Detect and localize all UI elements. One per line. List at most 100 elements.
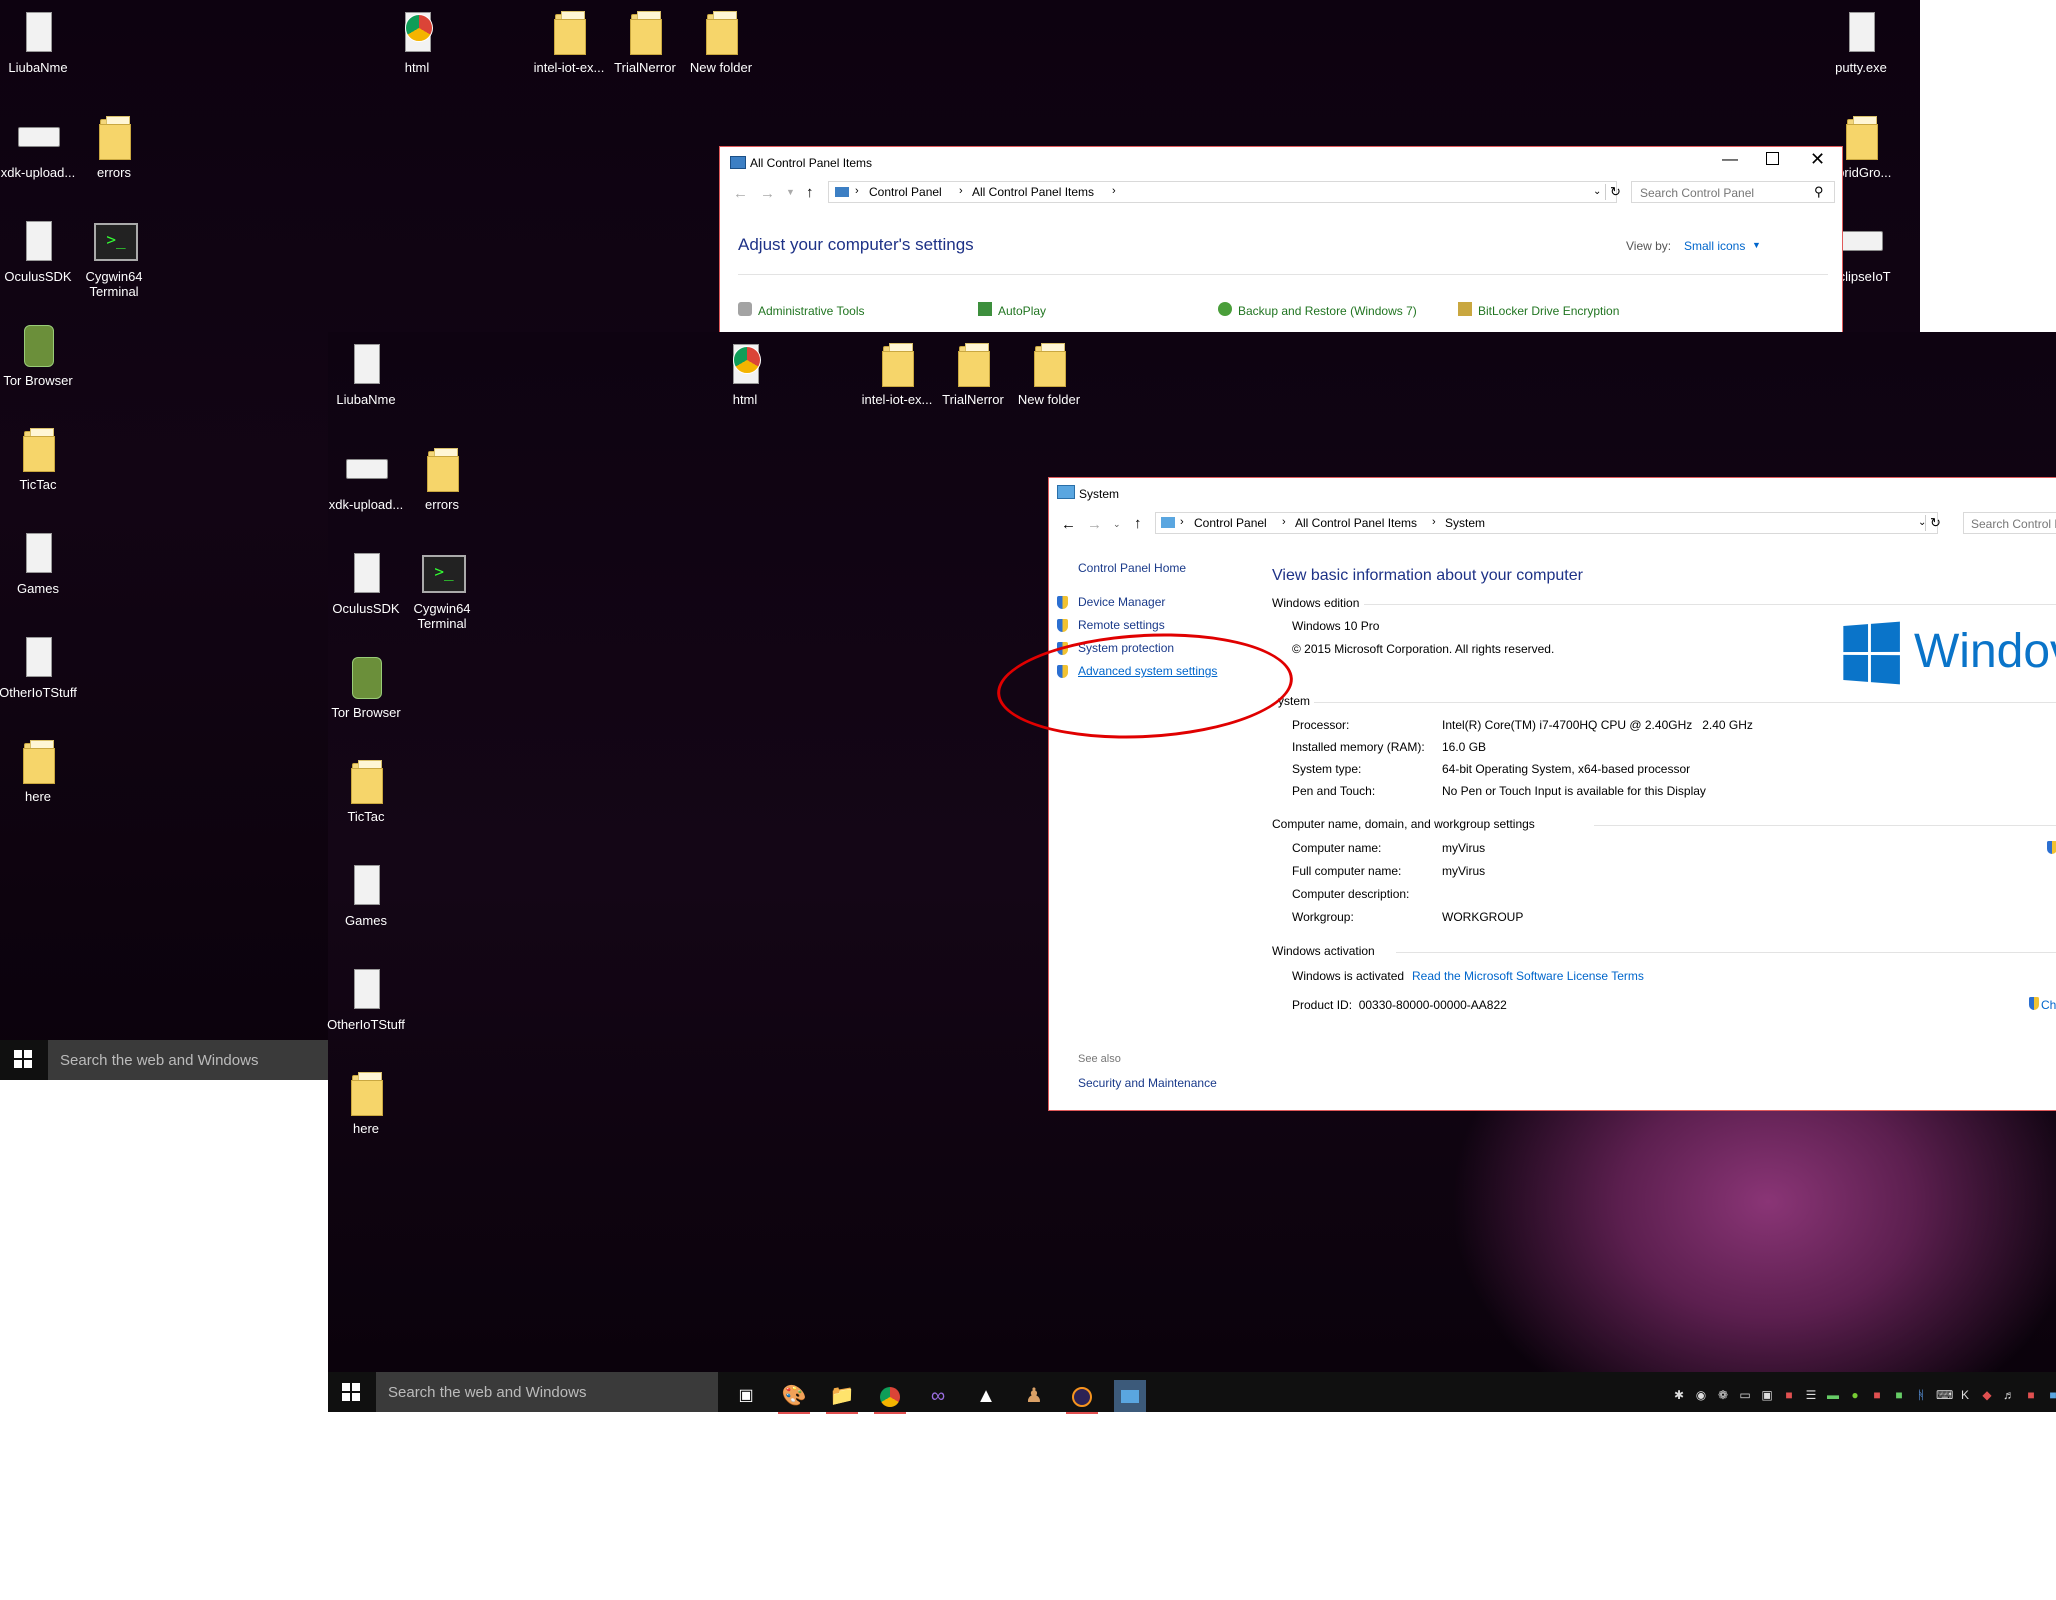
desktop-icon-image [1837, 217, 1885, 265]
minimize-button[interactable]: — [1722, 151, 1738, 169]
chrome-icon[interactable] [874, 1380, 906, 1414]
inkscape-icon[interactable]: ▲ [970, 1380, 1002, 1412]
nav-link-device-manager[interactable]: Device Manager [1078, 595, 1165, 609]
administrative-tools-icon [738, 302, 752, 316]
window-titlebar[interactable]: All Control Panel Items — ✕ [720, 147, 1842, 177]
desktop-icon-image: >_ [90, 217, 138, 265]
cp-item-bitlocker[interactable]: BitLocker Drive Encryption [1478, 304, 1619, 318]
recent-dropdown-icon[interactable]: ⌄ [1113, 519, 1121, 530]
cp-item-autoplay[interactable]: AutoPlay [998, 304, 1046, 318]
desktop-icon-games[interactable]: Games [0, 529, 84, 596]
recent-dropdown-icon[interactable]: ▼ [786, 187, 795, 197]
desktop-icon-liubanme[interactable]: LiubaNme [320, 340, 412, 407]
tray-app-icon[interactable]: ▣ [1760, 1388, 1774, 1402]
battery-icon[interactable]: ▭ [1738, 1388, 1752, 1402]
tray-app-icon[interactable]: ■ [1782, 1388, 1796, 1402]
desktop-icon-cygwin64-terminal[interactable]: >_ Cygwin64 Terminal [396, 549, 488, 631]
desktop-icon-html[interactable]: html [699, 340, 791, 407]
visual-studio-icon[interactable]: ∞ [922, 1380, 954, 1412]
desktop-icon-tictac[interactable]: TicTac [320, 757, 412, 824]
breadcrumb-all-items[interactable]: All Control Panel Items [1295, 516, 1417, 530]
taskbar-search-input[interactable]: Search the web and Windows [376, 1372, 718, 1412]
start-windows-icon[interactable] [342, 1383, 360, 1401]
desktop-icon-tor-browser[interactable]: Tor Browser [320, 653, 412, 720]
forward-arrow-icon[interactable]: → [1087, 516, 1102, 533]
forward-arrow-icon[interactable]: → [760, 185, 775, 202]
close-button[interactable]: ✕ [1810, 149, 1825, 170]
back-arrow-icon[interactable]: ← [733, 185, 748, 202]
breadcrumb-control-panel[interactable]: Control Panel [1194, 516, 1267, 530]
volume-icon[interactable]: ♬ [2002, 1388, 2016, 1402]
breadcrumb-control-panel[interactable]: Control Panel [869, 185, 942, 199]
info-label: Processor: [1292, 718, 1350, 732]
control-panel-home-link[interactable]: Control Panel Home [1078, 561, 1186, 575]
maximize-button[interactable] [1766, 152, 1779, 165]
desktop-icon-image [418, 445, 466, 493]
license-terms-link[interactable]: Read the Microsoft Software License Term… [1412, 969, 1644, 983]
tray-app-icon[interactable]: K [1958, 1388, 1972, 1402]
file-explorer-icon[interactable]: 📁 [826, 1380, 858, 1414]
start-windows-icon[interactable] [14, 1050, 32, 1068]
desktop-icon-games[interactable]: Games [320, 861, 412, 928]
tray-app-icon[interactable]: ✱ [1672, 1388, 1686, 1402]
taskbar-search-input[interactable]: Search the web and Windows [48, 1040, 328, 1080]
tray-app-icon[interactable]: ☰ [1804, 1388, 1818, 1402]
security-maintenance-link[interactable]: Security and Maintenance [1078, 1076, 1217, 1090]
game-app-icon[interactable]: ♟ [1018, 1380, 1050, 1412]
address-bar[interactable]: › Control Panel › All Control Panel Item… [1155, 512, 1938, 534]
desktop-icon-tor-browser[interactable]: Tor Browser [0, 321, 84, 388]
search-input[interactable]: Search Control Panel ⚲ [1631, 181, 1835, 203]
cp-item-backup-restore[interactable]: Backup and Restore (Windows 7) [1238, 304, 1417, 318]
desktop-icon-here[interactable]: here [320, 1069, 412, 1136]
tray-app-icon[interactable]: ■ [2046, 1388, 2056, 1402]
desktop-icon-html[interactable]: html [371, 8, 463, 75]
tray-app-icon[interactable]: ■ [1892, 1388, 1906, 1402]
up-arrow-icon[interactable]: ↑ [806, 184, 814, 201]
network-icon[interactable]: ◆ [1980, 1388, 1994, 1402]
cp-item-administrative-tools[interactable]: Administrative Tools [758, 304, 865, 318]
tray-app-icon[interactable]: ❁ [1716, 1388, 1730, 1402]
desktop-icon-errors[interactable]: errors [68, 113, 160, 180]
desktop-icon-errors[interactable]: errors [396, 445, 488, 512]
search-input[interactable]: Search Control P [1963, 512, 2056, 534]
view-by-dropdown[interactable]: Small icons [1684, 239, 1745, 253]
back-arrow-icon[interactable]: ← [1061, 516, 1076, 533]
paint-app-icon[interactable]: 🎨 [778, 1380, 810, 1414]
change-key-shield-icon[interactable] [2029, 997, 2039, 1010]
refresh-icon[interactable]: ↻ [1605, 184, 1621, 200]
desktop-icon-new-folder[interactable]: New folder [675, 8, 767, 75]
tray-app-icon[interactable]: ▬ [1826, 1388, 1840, 1402]
desktop-icon-image [697, 8, 745, 56]
address-bar[interactable]: › Control Panel › All Control Panel Item… [828, 181, 1617, 203]
refresh-icon[interactable]: ↻ [1925, 515, 1941, 531]
eclipse-icon[interactable] [1066, 1380, 1098, 1414]
view-by-chevron-icon[interactable]: ▼ [1752, 240, 1761, 250]
desktop-icon-here[interactable]: here [0, 737, 84, 804]
change-settings-shield-icon[interactable] [2047, 841, 2056, 854]
desktop-icon-cygwin64-terminal[interactable]: >_ Cygwin64 Terminal [68, 217, 160, 299]
keyboard-icon[interactable]: ⌨ [1936, 1388, 1953, 1402]
desktop-icon-image [721, 340, 769, 388]
desktop-icon-image [949, 340, 997, 388]
breadcrumb-system[interactable]: System [1445, 516, 1485, 530]
task-view-icon[interactable]: ▣ [730, 1380, 762, 1412]
desktop-icon-tictac[interactable]: TicTac [0, 425, 84, 492]
change-product-key-link[interactable]: Ch [2041, 998, 2056, 1012]
desktop-icon-putty-exe[interactable]: putty.exe [1815, 8, 1907, 75]
window-titlebar[interactable]: System [1049, 478, 2056, 508]
desktop-icon-otheriotstuff[interactable]: OtherIoTStuff [0, 633, 84, 700]
control-panel-taskbar-icon[interactable] [1114, 1380, 1146, 1412]
tray-app-icon[interactable]: ■ [2024, 1388, 2038, 1402]
tray-app-icon[interactable]: ■ [1870, 1388, 1884, 1402]
address-dropdown-icon[interactable]: ⌄ [1593, 186, 1601, 197]
steam-icon[interactable]: ◉ [1694, 1388, 1708, 1402]
desktop-icon-otheriotstuff[interactable]: OtherIoTStuff [320, 965, 412, 1032]
desktop-icon-new-folder[interactable]: New folder [1003, 340, 1095, 407]
breadcrumb-all-items[interactable]: All Control Panel Items [972, 185, 1094, 199]
nav-link-remote-settings[interactable]: Remote settings [1078, 618, 1165, 632]
up-arrow-icon[interactable]: ↑ [1134, 515, 1142, 532]
desktop-icon-liubanme[interactable]: LiubaNme [0, 8, 84, 75]
bluetooth-icon[interactable]: ᚻ [1914, 1388, 1928, 1402]
nvidia-icon[interactable]: ● [1848, 1388, 1862, 1402]
info-label: Computer description: [1292, 887, 1410, 901]
